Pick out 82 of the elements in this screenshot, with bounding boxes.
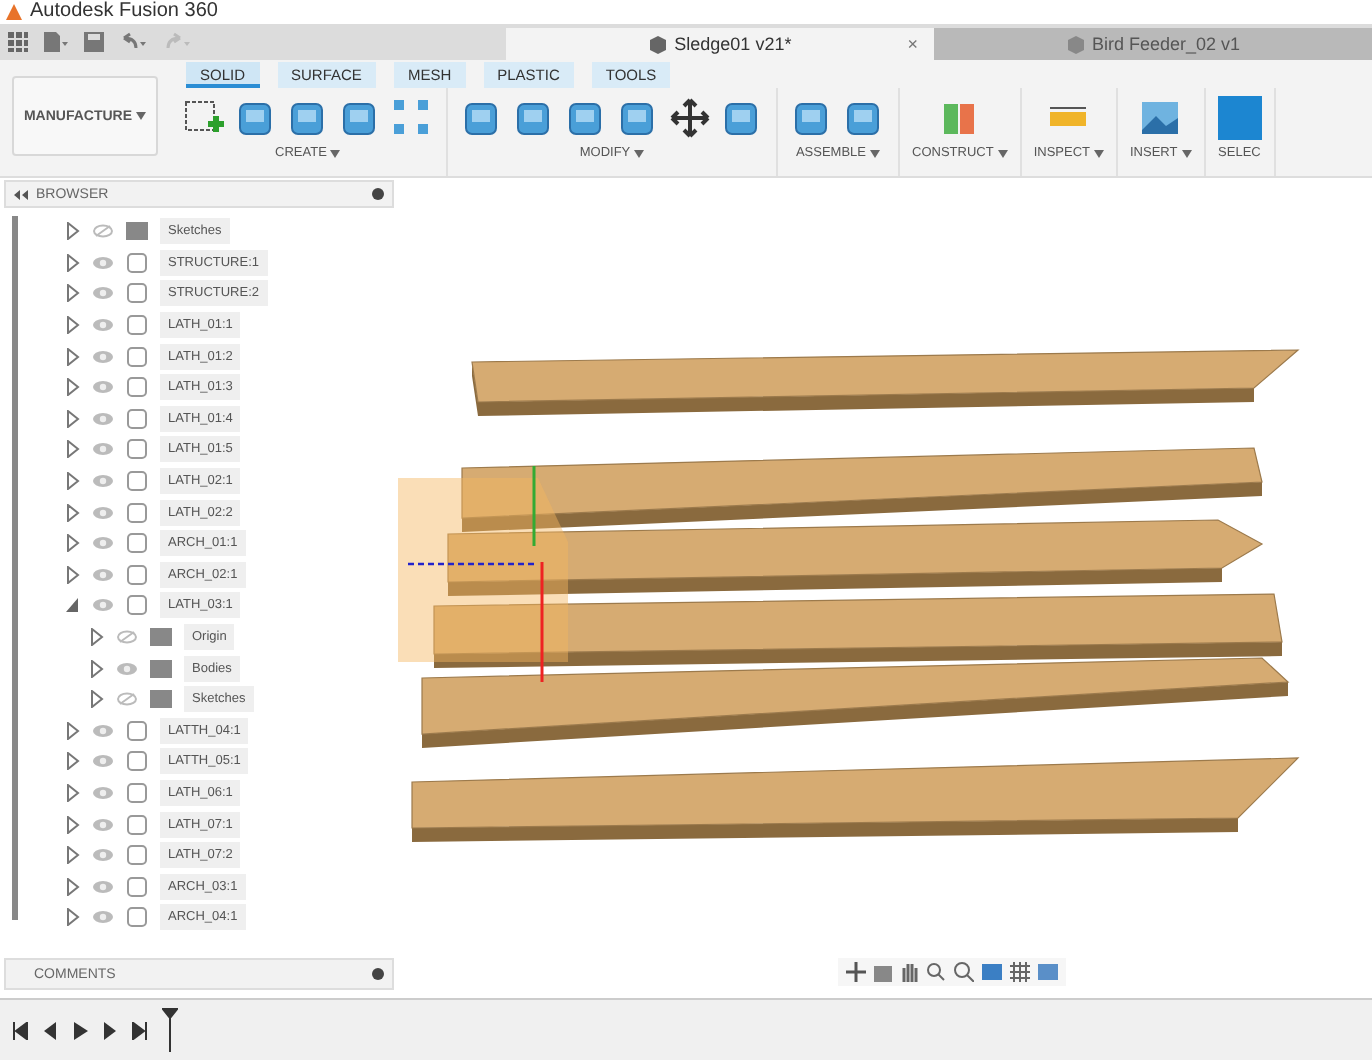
eye-icon — [92, 505, 114, 520]
eye-icon — [92, 442, 114, 457]
eye-icon — [92, 380, 114, 395]
pattern-icon[interactable] — [390, 96, 434, 140]
component-icon — [126, 282, 148, 305]
folder-icon — [126, 222, 148, 241]
component-icon — [126, 594, 148, 617]
component-icon — [126, 345, 148, 368]
timeline-marker-icon[interactable] — [162, 1008, 178, 1052]
component-icon — [126, 501, 148, 524]
caret-icon — [870, 149, 881, 157]
eye-icon — [92, 411, 114, 426]
zoom-window-icon[interactable] — [954, 962, 974, 982]
document-tab[interactable]: Sledge01 v21* × — [505, 28, 934, 60]
eye-icon — [92, 848, 114, 863]
caret-icon — [634, 149, 645, 157]
eye-off-icon — [116, 692, 138, 707]
app-title: Autodesk Fusion 360 — [30, 0, 218, 24]
grid-menu-icon[interactable] — [8, 32, 28, 52]
eye-icon — [92, 598, 114, 613]
component-icon — [126, 875, 148, 898]
caret-icon — [1181, 149, 1192, 157]
component-icon — [126, 844, 148, 867]
caret-icon — [330, 149, 341, 157]
component-icon — [126, 251, 148, 274]
document-tab[interactable]: Bird Feeder_02 v1 — [933, 28, 1372, 60]
component-icon — [126, 719, 148, 742]
step-forward-icon[interactable] — [102, 1021, 118, 1039]
caret-icon — [136, 112, 147, 120]
folder-icon — [150, 628, 172, 647]
eye-icon — [92, 817, 114, 832]
cube-icon — [1065, 35, 1084, 53]
component-icon — [126, 532, 148, 555]
image-icon[interactable] — [1138, 96, 1183, 140]
eye-icon — [92, 785, 114, 800]
eye-icon — [116, 661, 138, 676]
component-icon — [126, 438, 148, 461]
eye-icon — [92, 567, 114, 582]
play-icon[interactable] — [72, 1021, 88, 1039]
eye-icon — [92, 255, 114, 270]
component-icon — [126, 813, 148, 836]
orbit-icon[interactable] — [846, 962, 866, 982]
eye-off-icon — [116, 630, 138, 645]
caret-icon — [997, 149, 1008, 157]
eye-icon — [92, 723, 114, 738]
grid-icon[interactable] — [1010, 962, 1030, 982]
zoom-icon[interactable] — [926, 962, 946, 982]
eye-icon — [92, 536, 114, 551]
file-icon[interactable] — [44, 32, 68, 52]
save-icon[interactable] — [84, 32, 104, 52]
folder-icon — [150, 690, 172, 709]
eye-icon — [92, 318, 114, 333]
cube-icon — [648, 35, 667, 53]
eye-icon — [92, 879, 114, 894]
collapse-panel-icon[interactable] — [14, 189, 28, 199]
eye-icon — [92, 910, 114, 925]
scrollbar[interactable] — [12, 216, 18, 920]
app-logo-icon — [6, 4, 22, 20]
pin-icon[interactable] — [372, 188, 384, 200]
eye-icon — [92, 474, 114, 489]
component-icon — [126, 376, 148, 399]
component-icon — [126, 407, 148, 430]
eye-icon — [92, 754, 114, 769]
move-icon[interactable] — [668, 96, 712, 140]
go-to-start-icon[interactable] — [12, 1021, 28, 1039]
go-to-end-icon[interactable] — [132, 1021, 148, 1039]
eye-off-icon — [92, 224, 114, 239]
collapse-arrow-icon[interactable] — [66, 596, 80, 615]
folder-icon — [150, 659, 172, 678]
component-icon — [126, 470, 148, 493]
undo-icon[interactable] — [120, 32, 148, 52]
component-icon — [126, 563, 148, 586]
close-tab-button[interactable]: × — [907, 34, 918, 54]
caret-icon — [1093, 149, 1104, 157]
pin-icon[interactable] — [372, 968, 384, 980]
component-icon — [126, 781, 148, 804]
component-icon — [126, 314, 148, 337]
eye-icon — [92, 286, 114, 301]
component-icon — [126, 906, 148, 929]
step-back-icon[interactable] — [42, 1021, 58, 1039]
component-icon — [126, 750, 148, 773]
eye-icon — [92, 349, 114, 364]
